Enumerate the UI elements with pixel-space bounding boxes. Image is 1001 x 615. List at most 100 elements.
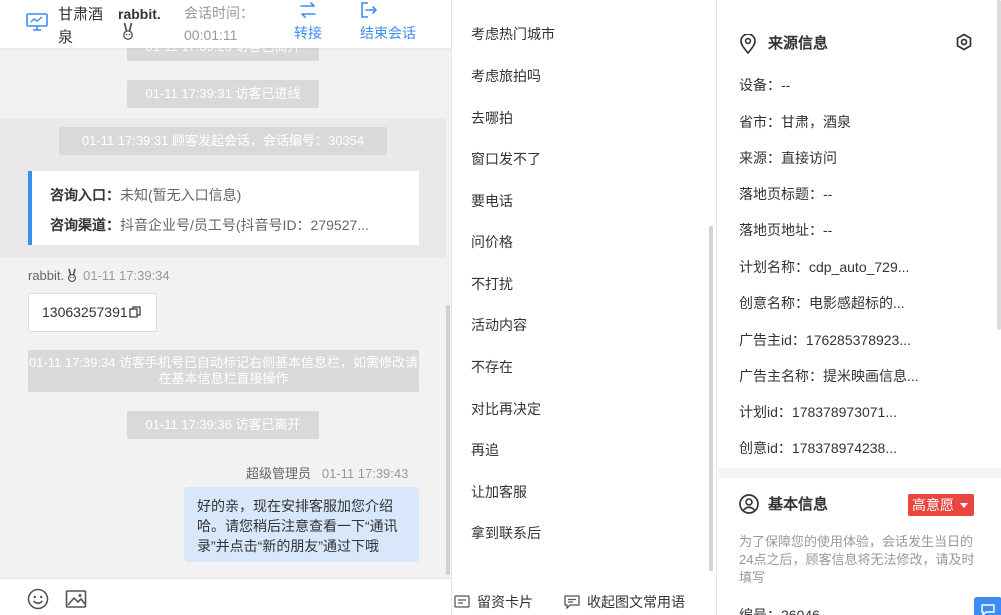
intent-tag-dropdown[interactable]: 高意愿 [908,494,974,516]
source-row-advertiser-id: 广告主id：176285378923... [739,330,911,350]
entry-info-card: 咨询入口：未知(暂无入口信息) 咨询渠道：抖音企业号/员工号(抖音号ID：279… [28,171,419,245]
row-value: 178378973071... [791,404,898,420]
row-value: 26046 [781,607,820,615]
entry-label: 咨询入口： [50,187,120,203]
row-label: 编号： [739,607,781,615]
chat-scrollbar[interactable] [446,305,450,575]
transfer-label: 转接 [294,25,322,41]
source-row-creative-name: 创意名称：电影感超标的... [739,293,905,313]
quick-reply-item[interactable]: 要电话 [471,191,513,211]
row-value: 176285378923... [805,332,912,348]
agent-message-bubble: 好的亲，现在安排客服加您介绍哈。请您稍后注意查看一下“通讯录”并点击“新的朋友”… [184,487,419,562]
collapse-phrases-button[interactable]: 收起图文常用语 [564,592,685,612]
chat-panel: 01-11 17:39:25 访客已离开 01-11 17:39:31 访客已进… [0,0,452,615]
row-label: 设备： [739,77,781,93]
agent-message-meta: 超级管理员 01-11 17:39:43 [246,463,408,482]
system-message: 01-11 17:39:31 顾客发起会话，会话编号：30354 [59,127,387,155]
end-session-button[interactable]: 结束会话 [360,1,422,42]
basic-row-id: 编号：26046 [739,605,820,615]
source-row-plan-id: 计划id：178378973071... [739,402,897,422]
row-label: 创意名称： [739,295,809,311]
quick-reply-item[interactable]: 让加客服 [471,482,527,502]
floating-chat-button[interactable] [974,597,1001,615]
row-label: 计划id： [739,404,792,420]
quick-reply-item[interactable]: 考虑热门城市 [471,24,555,44]
row-value: cdp_auto_729... [809,259,910,275]
card-icon [454,595,470,608]
row-value: -- [823,222,833,238]
quick-reply-item[interactable]: 不存在 [471,357,513,377]
agent-message-time: 01-11 17:39:43 [321,466,409,481]
row-value: 甘肃，酒泉 [781,114,851,130]
quick-reply-item[interactable]: 不打扰 [471,274,513,294]
chat-input-toolbar [0,578,451,615]
lead-card-label: 留资卡片 [477,594,533,610]
copy-icon[interactable] [129,306,141,318]
row-value: 178378974238... [791,440,898,456]
source-row-landing-title: 落地页标题：-- [739,184,832,204]
quick-reply-item[interactable]: 考虑旅拍吗 [471,66,541,86]
intent-tag-label: 高意愿 [912,497,954,513]
lead-card-button[interactable]: 留资卡片 [454,592,533,612]
collapse-phrases-label: 收起图文常用语 [587,594,685,610]
row-label: 来源： [739,150,781,166]
row-label: 落地页标题： [739,186,823,202]
quick-replies-panel: 考虑热门城市 考虑旅拍吗 去哪拍 窗口发不了 要电话 问价格 不打扰 活动内容 … [453,0,717,615]
quick-replies-footer: 留资卡片 收起图文常用语 [453,584,715,615]
source-row-origin: 来源：直接访问 [739,148,837,168]
info-scrollbar[interactable] [997,0,1001,330]
rabbit-emoji-icon [123,22,133,40]
basic-info-title: 基本信息 [768,496,829,513]
channel-value: 抖音企业号/员工号(抖音号ID：279527... [120,217,369,233]
visitor-name: rabbit. [28,268,65,283]
row-label: 计划名称： [739,259,809,275]
quick-reply-item[interactable]: 问价格 [471,232,513,252]
row-label: 落地页地址： [739,222,823,238]
info-panel: 来源信息 设备：-- 省市：甘肃，酒泉 来源：直接访问 落地页标题：-- 落地页… [718,0,1001,615]
phone-number[interactable]: 13063257391 [42,304,128,320]
row-value: -- [781,77,791,93]
visitor-message-time: 01-11 17:39:34 [83,268,170,283]
row-value: 电影感超标的... [809,295,905,311]
source-row-device: 设备：-- [739,75,790,95]
system-message: 01-11 17:39:31 访客已进线 [127,80,319,108]
image-icon[interactable] [65,588,87,610]
quick-reply-item[interactable]: 对比再决定 [471,399,541,419]
settings-icon[interactable] [955,33,973,51]
entry-value: 未知(暂无入口信息) [120,187,242,203]
edit-deadline-notice: 为了保障您的使用体验，会话发生当日的24点之后，顾客信息将无法修改，请及时填写 [739,534,975,585]
source-info-title: 来源信息 [768,35,829,52]
session-time-value: 00:01:11 [184,27,238,43]
agent-name: 超级管理员 [246,466,312,481]
row-label: 广告主id： [739,332,806,348]
transfer-button[interactable]: 转接 [290,1,326,42]
quick-reply-item[interactable]: 再追 [471,440,499,460]
row-label: 广告主名称： [739,368,823,384]
entry-row: 咨询入口：未知(暂无入口信息) [50,185,410,205]
phone-message-bubble[interactable]: 13063257391 [28,293,157,332]
channel-label: 咨询渠道： [50,217,120,233]
session-time-label: 会话时间： [184,5,254,21]
location-pin-icon [740,34,756,54]
message-icon [564,595,580,610]
source-row-advertiser-name: 广告主名称：提米映画信息... [739,366,919,386]
quick-reply-item[interactable]: 活动内容 [471,315,527,335]
monitor-icon [26,13,48,31]
quick-reply-item[interactable]: 去哪拍 [471,108,513,128]
chat-header: 甘肃酒泉 rabbit. 会话时间： 00:01:11 转接 结束会话 [0,0,451,48]
source-row-city: 省市：甘肃，酒泉 [739,112,851,132]
quick-replies-scrollbar[interactable] [709,226,713,571]
source-row-creative-id: 创意id：178378974238... [739,438,897,458]
section-divider [718,468,1001,478]
logout-icon [361,2,377,18]
quick-reply-item[interactable]: 拿到联系后 [471,523,541,543]
chat-messages[interactable]: 01-11 17:39:25 访客已离开 01-11 17:39:31 访客已进… [0,0,451,578]
emoji-icon[interactable] [27,588,49,610]
quick-reply-item[interactable]: 窗口发不了 [471,149,541,169]
visitor-region: 甘肃酒泉 [58,6,104,46]
row-value: 直接访问 [781,150,837,166]
auto-tag-notice: 01-11 17:39:34 访客手机号已自动标记右侧基本信息栏，如需修改请在基… [28,350,419,392]
row-label: 创意id： [739,440,792,456]
system-message: 01-11 17:39:36 访客已离开 [127,411,319,439]
row-value: 提米映画信息... [823,368,919,384]
